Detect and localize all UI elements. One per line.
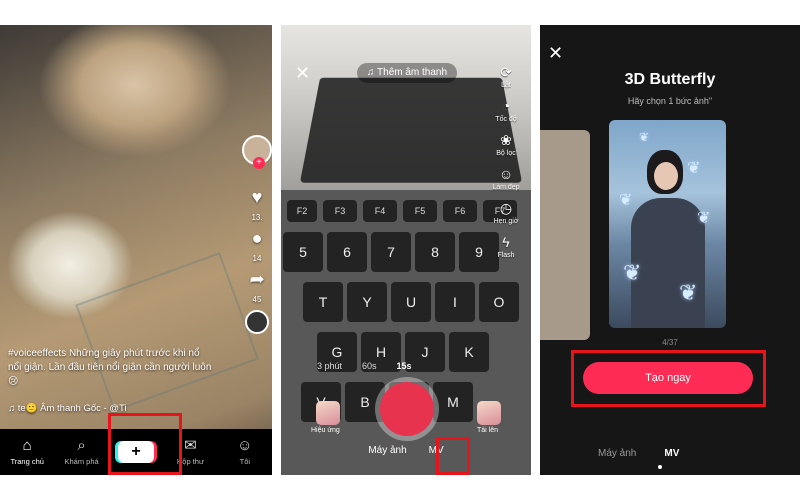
- tool-flip-label: Lật: [501, 82, 511, 89]
- upload-label: Tải lên: [477, 427, 499, 434]
- search-icon: ⌕: [77, 437, 86, 454]
- beauty-icon: ☺: [498, 166, 514, 182]
- tab-camera[interactable]: Máy ảnh: [598, 448, 636, 459]
- tool-flip[interactable]: ⟳ Lật: [500, 64, 512, 90]
- like-count: 13.: [251, 213, 263, 222]
- key: T: [303, 282, 343, 322]
- mv-mode-tabs: Máy ảnh MV: [598, 448, 679, 459]
- record-button[interactable]: [380, 382, 434, 436]
- duration-60s[interactable]: 60s: [362, 361, 377, 371]
- feed-screen: + ♥ 13. ● 14 ➦ 45 #voiceeffects Những gi…: [0, 25, 272, 475]
- butterfly-icon: ❦: [619, 192, 633, 209]
- tool-filter[interactable]: ❀ Bộ lọc: [496, 132, 516, 158]
- key: U: [391, 282, 431, 322]
- comment-icon[interactable]: ●: [252, 228, 263, 248]
- butterfly-icon: ❦: [697, 210, 711, 227]
- creator-avatar[interactable]: +: [242, 135, 272, 169]
- highlight-mv-box: [436, 437, 470, 475]
- share-icon[interactable]: ➦: [249, 269, 264, 289]
- key: I: [435, 282, 475, 322]
- duration-15s[interactable]: 15s: [397, 361, 412, 371]
- video-caption: #voiceeffects Những giây phút trước khi …: [8, 348, 212, 387]
- camera-toolbar: ⟳ Lật ◔ Tốc độ ❀ Bộ lọc ☺ Làm đẹp ◷ Hẹn …: [489, 64, 523, 260]
- key: O: [479, 282, 519, 322]
- inbox-icon: ✉: [184, 437, 197, 454]
- key: F5: [403, 200, 437, 222]
- key: F6: [443, 200, 477, 222]
- nav-profile-label: Tôi: [239, 457, 251, 466]
- home-icon: ⌂: [22, 437, 32, 454]
- speed-icon: ◔: [501, 98, 511, 114]
- key: K: [449, 332, 489, 372]
- flash-icon: ϟ: [502, 234, 510, 250]
- butterfly-icon: ❦: [679, 280, 698, 305]
- key: 7: [371, 232, 411, 272]
- tool-beauty[interactable]: ☺ Làm đẹp: [492, 166, 520, 192]
- key: 5: [283, 232, 323, 272]
- tab-indicator: [658, 465, 662, 469]
- close-icon[interactable]: ✕: [295, 63, 310, 84]
- key: F4: [363, 200, 397, 222]
- template-preview[interactable]: ❦ ❦ ❦ ❦ ❦ ❦: [609, 120, 726, 328]
- highlight-create-box: [108, 413, 182, 475]
- template-subtitle: Hãy chọn 1 bức ảnh": [627, 96, 713, 106]
- duration-selector: 3 phút 60s 15s: [317, 361, 412, 371]
- key: M: [433, 382, 473, 422]
- tab-camera[interactable]: Máy ảnh: [368, 445, 406, 456]
- tool-speed[interactable]: ◔ Tốc độ: [495, 98, 517, 124]
- preview-person-face: [654, 162, 678, 190]
- tool-beauty-label: Làm đẹp: [492, 184, 520, 191]
- follow-plus-icon[interactable]: +: [253, 157, 265, 169]
- key: B: [345, 382, 385, 422]
- upload-icon[interactable]: [477, 401, 501, 425]
- heart-icon[interactable]: ♥: [252, 187, 263, 207]
- template-counter: 4/37: [662, 338, 678, 347]
- nav-home-label: Trang chủ: [10, 457, 44, 466]
- nav-discover[interactable]: ⌕ Khám phá: [54, 429, 108, 475]
- tool-timer[interactable]: ◷ Hẹn giờ: [493, 200, 519, 226]
- mv-template-screen: ✕ 3D Butterfly Hãy chọn 1 bức ảnh" ❦ ❦ ❦…: [540, 25, 800, 475]
- key: F3: [323, 200, 357, 222]
- close-icon[interactable]: ✕: [548, 43, 563, 64]
- tool-speed-label: Tốc độ: [495, 116, 517, 123]
- effects-icon[interactable]: [316, 401, 340, 425]
- nav-profile[interactable]: ☺ Tôi: [218, 429, 272, 475]
- tool-flash-label: Flash: [497, 252, 515, 259]
- previous-template-card[interactable]: [540, 130, 590, 340]
- tab-mv[interactable]: MV: [664, 448, 679, 459]
- tool-timer-label: Hẹn giờ: [493, 218, 519, 225]
- highlight-create-now-box: [571, 350, 766, 407]
- timer-icon: ◷: [499, 200, 513, 216]
- add-sound-button[interactable]: ♫ Thêm âm thanh: [357, 63, 457, 83]
- key: F2: [287, 200, 317, 222]
- music-disc-icon[interactable]: [245, 310, 269, 334]
- camera-mode-tabs: Máy ảnh MV: [281, 445, 531, 456]
- preview-person-body: [631, 198, 705, 328]
- tool-filter-label: Bộ lọc: [496, 150, 516, 157]
- nav-home[interactable]: ⌂ Trang chủ: [0, 429, 54, 475]
- key: Y: [347, 282, 387, 322]
- butterfly-icon: ❦: [639, 130, 650, 144]
- feed-side-actions: + ♥ 13. ● 14 ➦ 45: [242, 135, 272, 334]
- butterfly-icon: ❦: [623, 260, 642, 285]
- nav-discover-label: Khám phá: [64, 457, 99, 466]
- comment-count: 14: [252, 254, 262, 263]
- key: 6: [327, 232, 367, 272]
- key: 8: [415, 232, 455, 272]
- profile-icon: ☺: [237, 437, 253, 454]
- camera-screen: F2 F3 F4 F5 F6 F7 5 6 7 8 9 T Y U I O G …: [281, 25, 531, 475]
- flip-icon: ⟳: [500, 64, 512, 80]
- filter-icon: ❀: [500, 132, 512, 148]
- butterfly-icon: ❦: [687, 160, 701, 177]
- tool-flash[interactable]: ϟ Flash: [497, 234, 515, 260]
- share-count: 45: [252, 295, 262, 304]
- effects-label: Hiệu ứng: [311, 427, 340, 434]
- template-title: 3D Butterfly: [624, 71, 716, 88]
- duration-3min[interactable]: 3 phút: [317, 361, 342, 371]
